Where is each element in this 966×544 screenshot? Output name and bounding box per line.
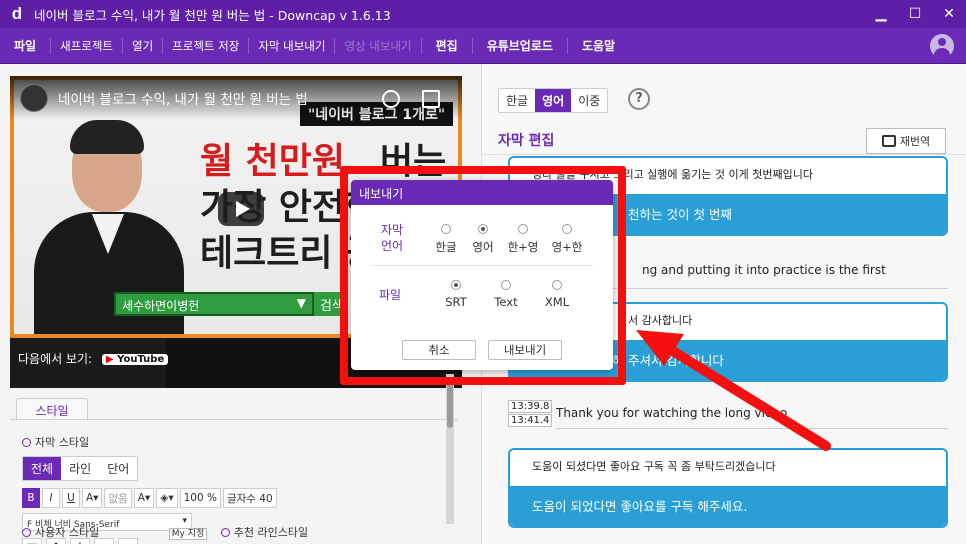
radio-icon [518, 224, 528, 234]
arrow-shaft [663, 343, 831, 451]
export-button[interactable]: 내보내기 [488, 340, 562, 360]
file-option-xml[interactable]: XML [540, 280, 574, 309]
file-option-text[interactable]: Text [489, 280, 523, 309]
lang-option-korean[interactable]: 한글 [431, 224, 461, 255]
radio-selected-icon [478, 224, 488, 234]
app-window: d 네이버 블로그 수익, 내가 월 천만 원 버는 법 - Downcap v… [0, 0, 966, 544]
radio-icon [562, 224, 572, 234]
file-option-srt[interactable]: SRT [439, 280, 473, 309]
radio-icon [501, 280, 511, 290]
dialog-divider [371, 265, 593, 266]
radio-icon [552, 280, 562, 290]
radio-icon [441, 224, 451, 234]
lang-option-english[interactable]: 영어 [468, 224, 498, 255]
dialog-title: 내보내기 [351, 180, 613, 205]
lang-option-ko-en[interactable]: 한+영 [505, 224, 541, 255]
lang-option-en-ko[interactable]: 영+한 [549, 224, 585, 255]
subtitle-language-label: 자막 언어 [380, 223, 404, 253]
cancel-button[interactable]: 취소 [402, 340, 476, 360]
file-label: 파일 [379, 288, 402, 302]
radio-selected-icon [451, 280, 461, 290]
export-dialog: 내보내기 자막 언어 한글 영어 한+영 영+한 파일 SRT Text XML… [351, 180, 613, 370]
